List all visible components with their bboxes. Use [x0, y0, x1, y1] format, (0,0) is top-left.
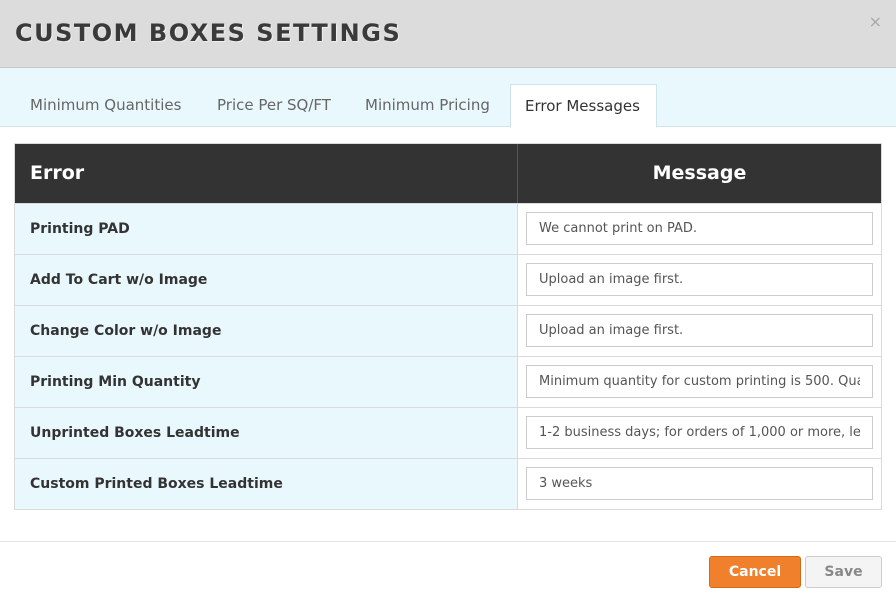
table-row: Printing Min Quantity — [15, 356, 881, 407]
save-button[interactable]: Save — [805, 556, 882, 588]
tab-price-per-sqft[interactable]: Price Per SQ/FT — [202, 84, 346, 127]
error-label: Printing PAD — [15, 204, 518, 254]
cancel-button[interactable]: Cancel — [709, 556, 801, 588]
error-label: Custom Printed Boxes Leadtime — [15, 459, 518, 509]
message-input-printing-pad[interactable] — [526, 212, 873, 245]
column-header-message: Message — [652, 162, 747, 184]
dialog-title: CUSTOM BOXES SETTINGS — [15, 19, 402, 47]
table-row: Add To Cart w/o Image — [15, 254, 881, 305]
tab-bar: Minimum Quantities Price Per SQ/FT Minim… — [0, 68, 896, 128]
table-row: Unprinted Boxes Leadtime — [15, 407, 881, 458]
table-row: Change Color w/o Image — [15, 305, 881, 356]
error-label: Printing Min Quantity — [15, 357, 518, 407]
tab-error-messages[interactable]: Error Messages — [510, 84, 657, 128]
tab-minimum-quantities[interactable]: Minimum Quantities — [15, 84, 196, 127]
message-input-custom-printed-leadtime[interactable] — [526, 467, 873, 500]
table-header: Error Message — [15, 144, 881, 203]
close-icon[interactable]: × — [869, 12, 882, 31]
table-row: Printing PAD — [15, 203, 881, 254]
column-header-error: Error — [15, 144, 518, 203]
message-input-unprinted-leadtime[interactable] — [526, 416, 873, 449]
tab-minimum-pricing[interactable]: Minimum Pricing — [350, 84, 505, 127]
error-messages-table: Error Message Printing PAD Add To Cart w… — [14, 143, 882, 510]
message-input-add-to-cart[interactable] — [526, 263, 873, 296]
table-row: Custom Printed Boxes Leadtime — [15, 458, 881, 509]
error-label: Unprinted Boxes Leadtime — [15, 408, 518, 458]
message-input-change-color[interactable] — [526, 314, 873, 347]
dialog-header: CUSTOM BOXES SETTINGS × — [0, 0, 896, 68]
error-label: Add To Cart w/o Image — [15, 255, 518, 305]
message-input-printing-min-quantity[interactable] — [526, 365, 873, 398]
error-label: Change Color w/o Image — [15, 306, 518, 356]
footer-divider — [0, 541, 896, 542]
